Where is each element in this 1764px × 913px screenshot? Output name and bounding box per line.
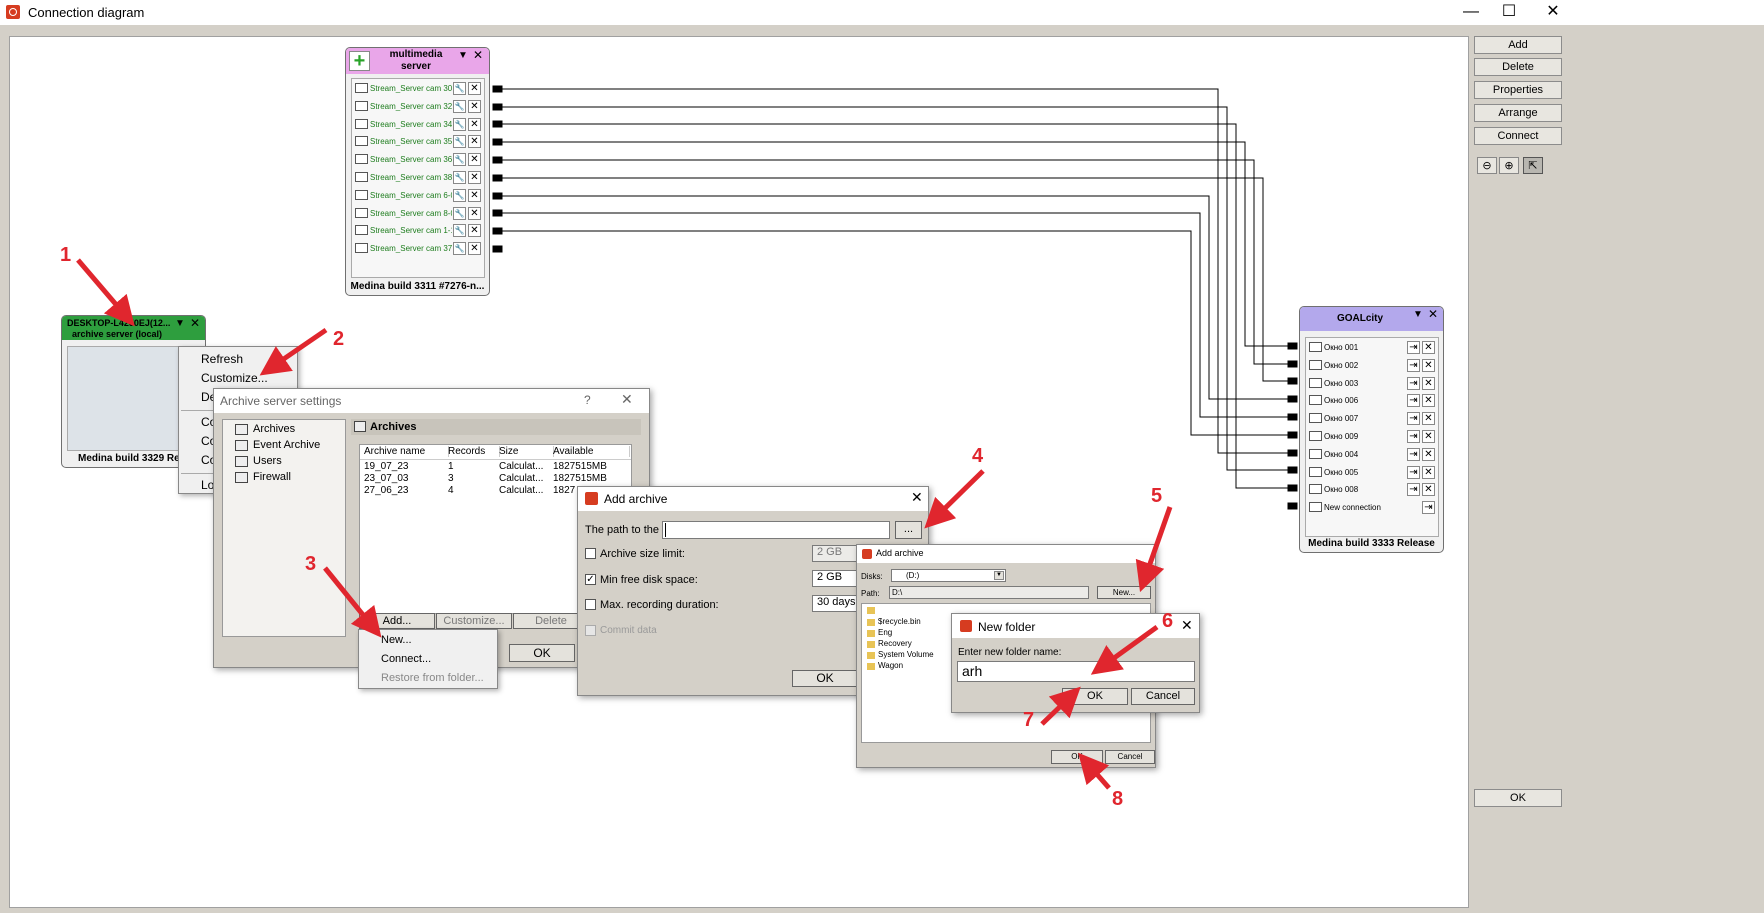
annotation-arrows <box>76 258 1173 790</box>
annotation-number: 8 <box>1112 788 1124 810</box>
annotation-arrow-1 <box>76 258 135 327</box>
annotation-arrow-4 <box>924 469 985 529</box>
annotation-number: 5 <box>1151 485 1163 507</box>
annotation-arrow-5 <box>1135 506 1173 593</box>
annotation-arrow-3 <box>323 566 382 638</box>
annotation-number: 4 <box>972 445 984 467</box>
annotation-number: 2 <box>333 328 345 350</box>
annotation-arrow-7 <box>1040 686 1081 726</box>
annotation-arrow-8 <box>1078 752 1111 790</box>
annotation-number: 7 <box>1023 709 1035 731</box>
annotation-arrow-6 <box>1090 624 1159 675</box>
annotation-number: 6 <box>1162 610 1174 632</box>
annotation-number: 3 <box>305 553 317 575</box>
annotation-number: 1 <box>60 244 72 266</box>
annotation-arrow-2 <box>259 327 328 376</box>
